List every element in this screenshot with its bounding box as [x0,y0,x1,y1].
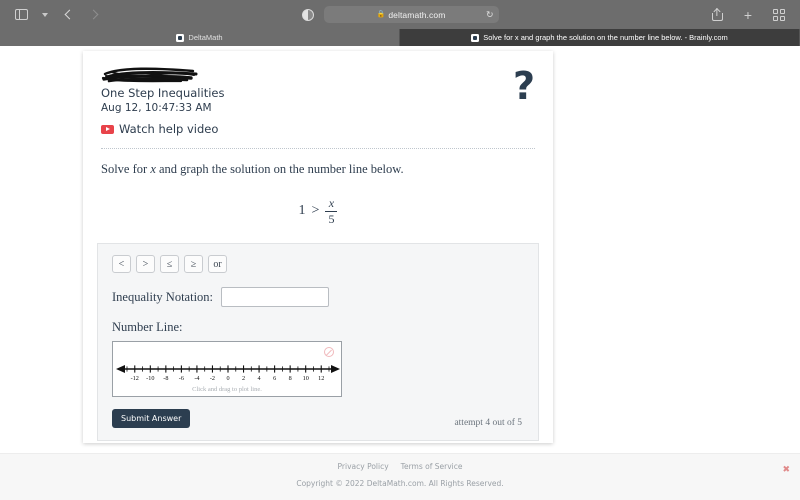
chevron-down-icon[interactable] [34,5,56,25]
reload-icon[interactable]: ↻ [486,10,494,19]
number-line-tick-label: -10 [146,375,154,382]
number-line-tick-label: 8 [289,375,292,382]
back-button[interactable] [58,5,80,25]
number-line-tick-label: -8 [163,375,168,382]
operator-button-gt[interactable]: > [136,255,155,274]
tab-label: Solve for x and graph the solution on th… [483,33,728,42]
number-line-tick-label: -4 [194,375,199,382]
number-line-hint: Click and drag to plot line. [192,386,262,394]
inequality-notation-label: Inequality Notation: [112,289,214,304]
favicon-icon [176,33,185,42]
browser-window: 🔒 deltamath.com ↻ + DeltaMath Solve for … [0,0,800,500]
number-line-tick-label: -2 [210,375,215,382]
new-tab-icon[interactable]: + [737,5,759,25]
header-divider [101,148,535,149]
share-icon[interactable] [706,5,728,25]
tab-deltamath[interactable]: DeltaMath [0,29,400,46]
number-line-tick-label: 6 [273,375,276,382]
number-line-tick-label: 0 [226,375,229,382]
attempt-counter: attempt 4 out of 5 [454,418,522,429]
terms-of-service-link[interactable]: Terms of Service [401,462,463,471]
problem-card: One Step Inequalities Aug 12, 10:47:33 A… [83,51,553,443]
tab-grid-icon[interactable] [768,5,790,25]
problem-prompt: Solve for x and graph the solution on th… [101,162,535,177]
sidebar-toggle-icon[interactable] [10,5,32,25]
fraction-denominator: 5 [328,211,335,226]
number-line-tick-label: 12 [318,375,324,382]
equation-fraction: x 5 [325,196,338,226]
number-line-tick-label: -6 [179,375,184,382]
operator-button-row: < > ≤ ≥ or [112,255,524,274]
fraction-numerator: x [328,196,335,210]
assignment-timestamp: Aug 12, 10:47:33 AM [101,102,212,114]
close-icon[interactable]: ✖ [782,465,790,475]
number-line-canvas[interactable]: -12 -10 -8 -6 -4 -2 0 2 4 6 8 10 12 Click and drag t… [112,341,342,398]
equation-relation: > [311,203,320,219]
youtube-play-icon [101,124,114,134]
number-line-tick-label: -12 [131,375,139,382]
number-line-tick-label: 10 [303,375,309,382]
question-mark-icon[interactable]: ? [513,67,535,105]
equation-left: 1 [298,203,306,219]
operator-button-lte[interactable]: ≤ [160,255,179,274]
number-line-tick-label: 2 [242,375,245,382]
inequality-notation-input[interactable] [221,287,330,308]
prompt-text-after: and graph the solution on the number lin… [155,162,404,176]
submit-answer-button[interactable]: Submit Answer [112,409,191,429]
tab-brainly[interactable]: Solve for x and graph the solution on th… [400,29,800,46]
privacy-policy-link[interactable]: Privacy Policy [338,462,389,471]
redacted-student-name [101,65,206,85]
page-viewport: One Step Inequalities Aug 12, 10:47:33 A… [0,46,800,500]
address-bar-group: 🔒 deltamath.com ↻ [0,6,800,23]
number-line-tick-label: 4 [258,375,261,382]
url-text: deltamath.com [388,9,446,20]
page-footer: Privacy Policy Terms of Service Copyrigh… [0,453,800,500]
number-line-label: Number Line: [112,320,183,335]
operator-button-gte[interactable]: ≥ [184,255,203,274]
privacy-shield-icon[interactable] [301,8,314,21]
toolbar-left-group [10,5,104,25]
inequality-notation-row: Inequality Notation: [112,287,524,308]
submit-row: Submit Answer attempt 4 out of 5 [112,409,524,429]
favicon-icon [471,33,480,42]
watch-help-video-link[interactable]: Watch help video [101,122,535,136]
browser-toolbar: 🔒 deltamath.com ↻ + [0,0,800,29]
help-video-label: Watch help video [119,122,219,136]
no-entry-clear-icon[interactable] [324,347,334,358]
card-header: One Step Inequalities Aug 12, 10:47:33 A… [101,65,535,136]
operator-button-or[interactable]: or [208,255,227,274]
lock-icon: 🔒 [376,11,386,18]
footer-links: Privacy Policy Terms of Service [0,462,800,471]
problem-equation: 1 > x 5 [101,197,535,225]
toolbar-right-group: + [706,5,790,25]
operator-button-lt[interactable]: < [112,255,131,274]
answer-panel: < > ≤ ≥ or Inequality Notation: Number L… [97,243,539,442]
copyright-text: Copyright © 2022 DeltaMath.com. All Righ… [296,479,504,488]
tab-bar: DeltaMath Solve for x and graph the solu… [0,29,800,46]
prompt-text-before: Solve for [101,162,151,176]
forward-button[interactable] [82,5,104,25]
assignment-title: One Step Inequalities [101,86,225,100]
address-bar[interactable]: 🔒 deltamath.com ↻ [323,6,499,23]
tab-label: DeltaMath [188,33,223,42]
